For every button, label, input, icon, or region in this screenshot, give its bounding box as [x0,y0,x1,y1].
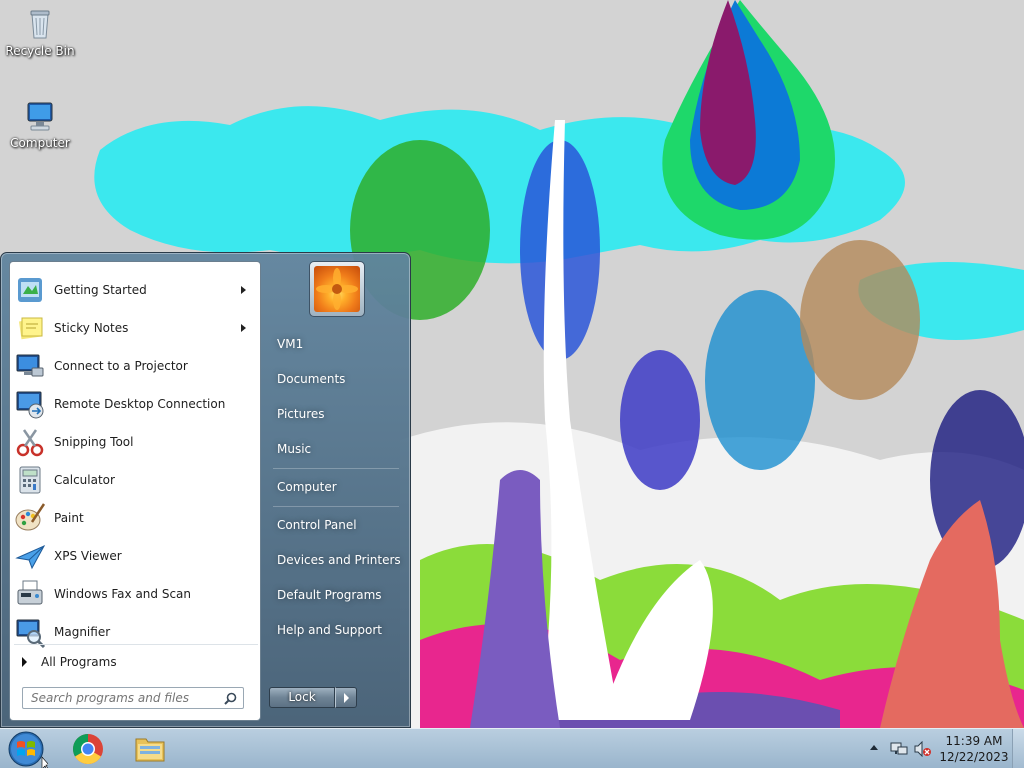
calculator-icon [14,464,46,496]
lock-button[interactable]: Lock [269,687,335,708]
all-programs-button[interactable]: All Programs [14,650,258,674]
devices-printers-link[interactable]: Devices and Printers [269,545,405,575]
arrow-right-icon [22,657,27,667]
search-programs-input[interactable] [23,688,219,708]
program-connect-projector[interactable]: Connect to a Projector [12,348,258,384]
arrow-right-icon [344,693,349,703]
show-hidden-icons-icon[interactable] [870,745,878,750]
program-label: Paint [54,511,84,525]
show-desktop-button[interactable] [1012,729,1024,768]
all-programs-label: All Programs [41,655,117,669]
program-calculator[interactable]: Calculator [12,462,258,498]
desktop-icon-computer[interactable]: Computer [2,98,78,150]
remote-desktop-icon [14,388,46,420]
windows-logo-icon [8,731,50,768]
music-link[interactable]: Music [269,434,405,464]
computer-icon [22,98,58,134]
program-label: XPS Viewer [54,549,122,563]
default-programs-link[interactable]: Default Programs [269,580,405,610]
program-label: Remote Desktop Connection [54,397,226,411]
program-label: Connect to a Projector [54,359,188,373]
programs-divider [14,644,258,645]
taskbar-chrome-button[interactable] [62,731,114,767]
taskbar-clock[interactable]: 11:39 AM 12/22/2023 [938,733,1010,765]
start-menu-programs-pane: Getting Started Sticky Notes Connect to … [9,261,261,721]
desktop-icon-label: Recycle Bin [5,44,75,58]
right-pane-divider [273,506,399,507]
pictures-link[interactable]: Pictures [269,399,405,429]
program-remote-desktop[interactable]: Remote Desktop Connection [12,386,258,422]
submenu-arrow-icon [241,324,246,332]
program-label: Sticky Notes [54,321,129,335]
program-snipping-tool[interactable]: Snipping Tool [12,424,258,460]
program-label: Snipping Tool [54,435,134,449]
clock-time: 11:39 AM [945,734,1003,748]
submenu-arrow-icon [241,286,246,294]
program-label: Magnifier [54,625,111,639]
fax-scan-icon [14,578,46,610]
user-picture[interactable] [309,261,365,317]
shutdown-options-button[interactable] [335,687,357,708]
volume-muted-icon[interactable] [914,740,932,758]
clock-date: 12/22/2023 [939,750,1009,764]
desktop-icon-recycle-bin[interactable]: Recycle Bin [2,6,78,58]
network-icon[interactable] [890,741,908,757]
computer-link[interactable]: Computer [269,472,405,502]
recycle-bin-icon [22,6,58,42]
taskbar: 11:39 AM 12/22/2023 [0,728,1024,768]
program-fax-scan[interactable]: Windows Fax and Scan [12,576,258,612]
program-xps-viewer[interactable]: XPS Viewer [12,538,258,574]
program-getting-started[interactable]: Getting Started [12,272,258,308]
projector-icon [14,350,46,382]
xps-viewer-icon [14,540,46,572]
sticky-notes-icon [14,312,46,344]
getting-started-icon [14,274,46,306]
right-pane-divider [273,468,399,469]
start-button[interactable] [4,729,50,768]
help-support-link[interactable]: Help and Support [269,615,405,645]
program-paint[interactable]: Paint [12,500,258,536]
folder-icon [135,738,165,762]
snipping-tool-icon [14,426,46,458]
documents-link[interactable]: Documents [269,364,405,394]
taskbar-explorer-button[interactable] [124,731,176,767]
program-sticky-notes[interactable]: Sticky Notes [12,310,258,346]
user-folder-link[interactable]: VM1 [269,329,405,359]
chrome-icon [72,734,103,765]
program-label: Windows Fax and Scan [54,587,192,601]
program-label: Calculator [54,473,115,487]
paint-icon [14,502,46,534]
program-label: Getting Started [54,283,147,297]
search-box [22,687,244,709]
control-panel-link[interactable]: Control Panel [269,510,405,540]
search-icon[interactable] [224,692,237,705]
flower-avatar-icon [314,266,360,312]
desktop-icon-label: Computer [10,136,70,150]
start-menu: Getting Started Sticky Notes Connect to … [0,252,411,728]
